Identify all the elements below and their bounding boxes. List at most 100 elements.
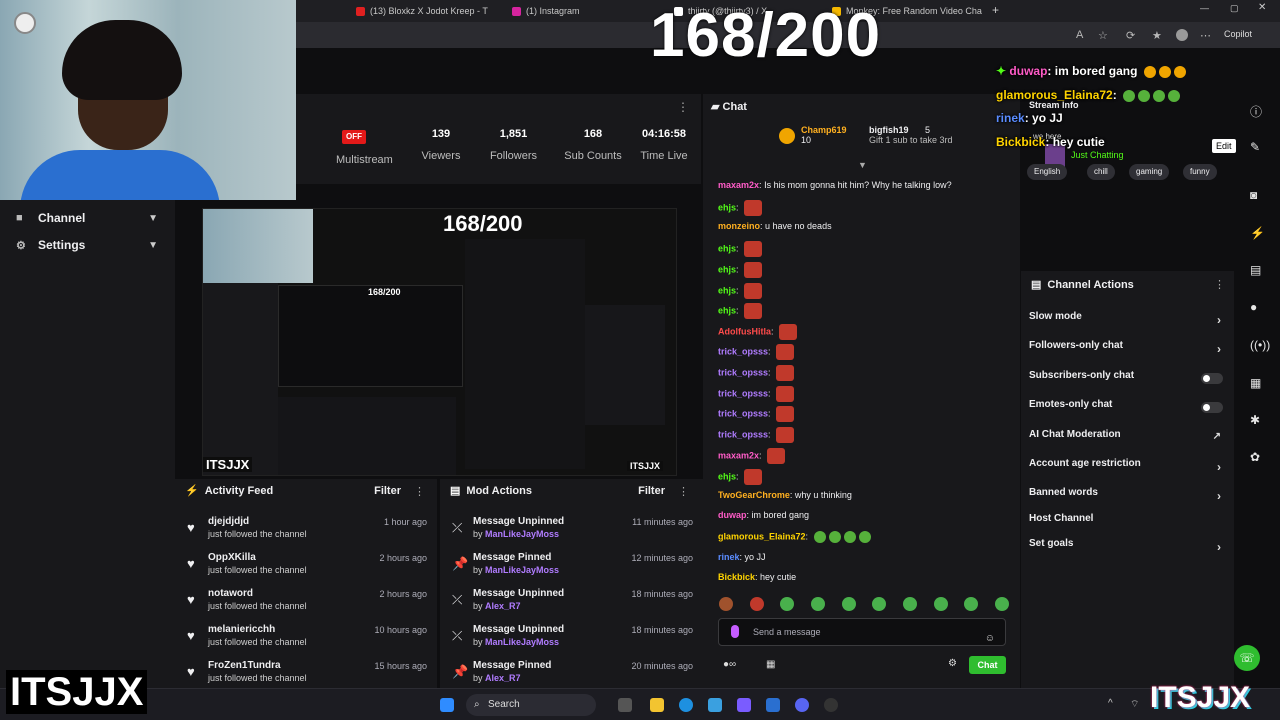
layout-icon[interactable]: ▦ (1250, 376, 1261, 390)
chat-username[interactable]: trick_opsss (718, 429, 768, 439)
emote-shortcut[interactable] (872, 597, 887, 611)
favorites-icon[interactable]: ★ (1152, 29, 1162, 42)
chat-username[interactable]: monzeino (718, 221, 760, 231)
chat-username[interactable]: trick_opsss (718, 367, 768, 377)
minimize-button[interactable]: — (1200, 3, 1209, 13)
chat-message[interactable]: trick_opsss: (718, 427, 795, 443)
chat-username[interactable]: TwoGearChrome (718, 490, 790, 500)
activity-row[interactable]: ♥ OppXKilla just followed the channel 2 … (175, 552, 437, 588)
chat-username[interactable]: maxam2x (718, 450, 759, 460)
activity-user[interactable]: notaword (208, 588, 253, 599)
chat-username[interactable]: ehjs (718, 243, 736, 253)
stream-category[interactable]: Just Chatting (1071, 150, 1124, 160)
bolt-icon[interactable]: ⚡ (1250, 226, 1265, 240)
chat-message[interactable]: trick_opsss: (718, 386, 795, 402)
chat-message[interactable]: monzeino: u have no deads (718, 221, 832, 231)
chat-message[interactable]: glamorous_Elaina72: (718, 531, 871, 543)
store-icon[interactable] (766, 698, 780, 712)
chat-message[interactable]: trick_opsss: (718, 406, 795, 422)
gift-prompt[interactable]: Gift 1 sub to take 3rd (869, 135, 953, 145)
channel-action-subscribers-only-chat[interactable]: Subscribers-only chat (1029, 370, 1227, 390)
broadcast-icon[interactable]: ((•)) (1250, 338, 1270, 352)
chat-message[interactable]: ehjs: (718, 241, 763, 257)
multistream-button[interactable]: Multistream (336, 154, 393, 166)
moderator-name[interactable]: Alex_R7 (485, 673, 521, 683)
chat-message[interactable]: Bickbick: hey cutie (718, 572, 796, 582)
chat-username[interactable]: glamorous_Elaina72 (718, 531, 806, 541)
more-vertical-icon[interactable]: ⋮ (677, 100, 689, 114)
chat-message[interactable]: ehjs: (718, 262, 763, 278)
camera-icon[interactable]: ◙ (1250, 188, 1257, 202)
channel-action-account-age-restriction[interactable]: Account age restriction › (1029, 458, 1227, 478)
network-icon[interactable]: ⌔ (1130, 698, 1139, 711)
chat-username[interactable]: trick_opsss (718, 408, 768, 418)
channel-action-followers-only-chat[interactable]: Followers-only chat › (1029, 340, 1227, 360)
chat-message[interactable]: trick_opsss: (718, 344, 795, 360)
discord-icon[interactable] (795, 698, 809, 712)
new-tab-button[interactable]: + (992, 3, 999, 17)
app-icon[interactable] (737, 698, 751, 712)
profile-avatar[interactable] (1176, 29, 1188, 41)
info-icon[interactable]: ⓘ (1250, 103, 1262, 120)
chat-username[interactable]: ehjs (718, 305, 736, 315)
more-vertical-icon[interactable]: ⋮ (414, 485, 425, 498)
emote-shortcut[interactable] (902, 597, 917, 611)
chat-message[interactable]: ehjs: (718, 200, 763, 216)
edit-pencil-icon[interactable]: ✎ (1250, 140, 1260, 154)
chevron-down-icon[interactable]: ▼ (858, 160, 867, 170)
copilot-button[interactable]: Copilot (1224, 29, 1252, 39)
chat-username[interactable]: AdolfusHitla (718, 326, 771, 336)
chat-message[interactable]: ehjs: (718, 283, 763, 299)
mod-action-row[interactable]: ⤫ Message Unpinned by Alex_R7 18 minutes… (440, 588, 703, 624)
refresh-icon[interactable]: ⟳ (1126, 29, 1135, 42)
emote-shortcut[interactable] (780, 597, 795, 611)
top-gifter[interactable]: Champ619 10 (801, 125, 847, 145)
chat-message[interactable]: rinek: yo JJ (718, 552, 766, 562)
points-icon[interactable]: ●∞ (723, 659, 736, 670)
task-view-icon[interactable] (618, 698, 632, 712)
chat-username[interactable]: ehjs (718, 285, 736, 295)
favorite-star-icon[interactable]: ☆ (1098, 29, 1108, 42)
top-gifter[interactable]: bigfish19 5 Gift 1 sub to take 3rd (869, 125, 953, 145)
chat-message[interactable]: TwoGearChrome: why u thinking (718, 490, 852, 500)
activity-row[interactable]: ♥ melaniericchh just followed the channe… (175, 624, 437, 660)
help-chat-button[interactable]: ☏ (1234, 645, 1260, 671)
stream-preview-image[interactable]: 168/200 168/200 ITSJJX ITSJJX (202, 208, 677, 476)
file-explorer-icon[interactable] (650, 698, 664, 712)
edge-browser-icon[interactable] (679, 698, 693, 712)
chat-username[interactable]: ehjs (718, 471, 736, 481)
mod-action-row[interactable]: 📌 Message Pinned by Alex_R7 20 minutes a… (440, 660, 703, 688)
windows-start-icon[interactable] (440, 698, 454, 712)
maximize-button[interactable]: ▢ (1230, 3, 1239, 14)
emote-shortcut[interactable] (719, 597, 733, 611)
more-vertical-icon[interactable]: ⋮ (678, 485, 689, 498)
chat-message[interactable]: AdolfusHitla: (718, 324, 798, 340)
chat-settings-icon[interactable]: ⚙ (948, 658, 957, 669)
browser-tab[interactable]: (13) Bloxkz X Jodot Kreep - T (356, 3, 506, 19)
emote-shortcut[interactable] (933, 597, 948, 611)
obs-icon[interactable] (824, 698, 838, 712)
chat-message[interactable]: maxam2x: (718, 448, 786, 464)
mod-filter-button[interactable]: Filter (638, 485, 665, 497)
chat-username[interactable]: ehjs (718, 264, 736, 274)
chat-bubble-icon[interactable]: ● (1250, 300, 1257, 314)
mod-action-row[interactable]: 📌 Message Pinned by ManLikeJayMoss 12 mi… (440, 552, 703, 588)
emote-shortcut[interactable] (841, 597, 856, 611)
emote-shortcut[interactable] (994, 597, 1009, 611)
tray-chevron-icon[interactable]: ^ (1108, 698, 1113, 709)
activity-user[interactable]: OppXKilla (208, 552, 256, 563)
microphone-icon[interactable] (731, 625, 739, 638)
moderator-name[interactable]: ManLikeJayMoss (485, 637, 559, 647)
document-icon[interactable]: ▤ (1250, 263, 1261, 277)
chat-username[interactable]: ehjs (718, 202, 736, 212)
sidebar-item-channel[interactable]: ■ Channel ▼ (16, 208, 166, 228)
chat-input[interactable]: Send a message ☺ (718, 618, 1006, 646)
channel-action-emotes-only-chat[interactable]: Emotes-only chat (1029, 399, 1227, 419)
chat-username[interactable]: maxam2x (718, 180, 759, 190)
more-options-icon[interactable]: ⋯ (1200, 29, 1211, 42)
toggle-switch[interactable] (1201, 373, 1223, 384)
activity-row[interactable]: ♥ djejdjdjd just followed the channel 1 … (175, 516, 437, 552)
mod-action-row[interactable]: ⤫ Message Unpinned by ManLikeJayMoss 18 … (440, 624, 703, 660)
read-aloud-icon[interactable]: A (1076, 29, 1083, 41)
sidebar-item-settings[interactable]: ⚙ Settings ▼ (16, 235, 166, 255)
